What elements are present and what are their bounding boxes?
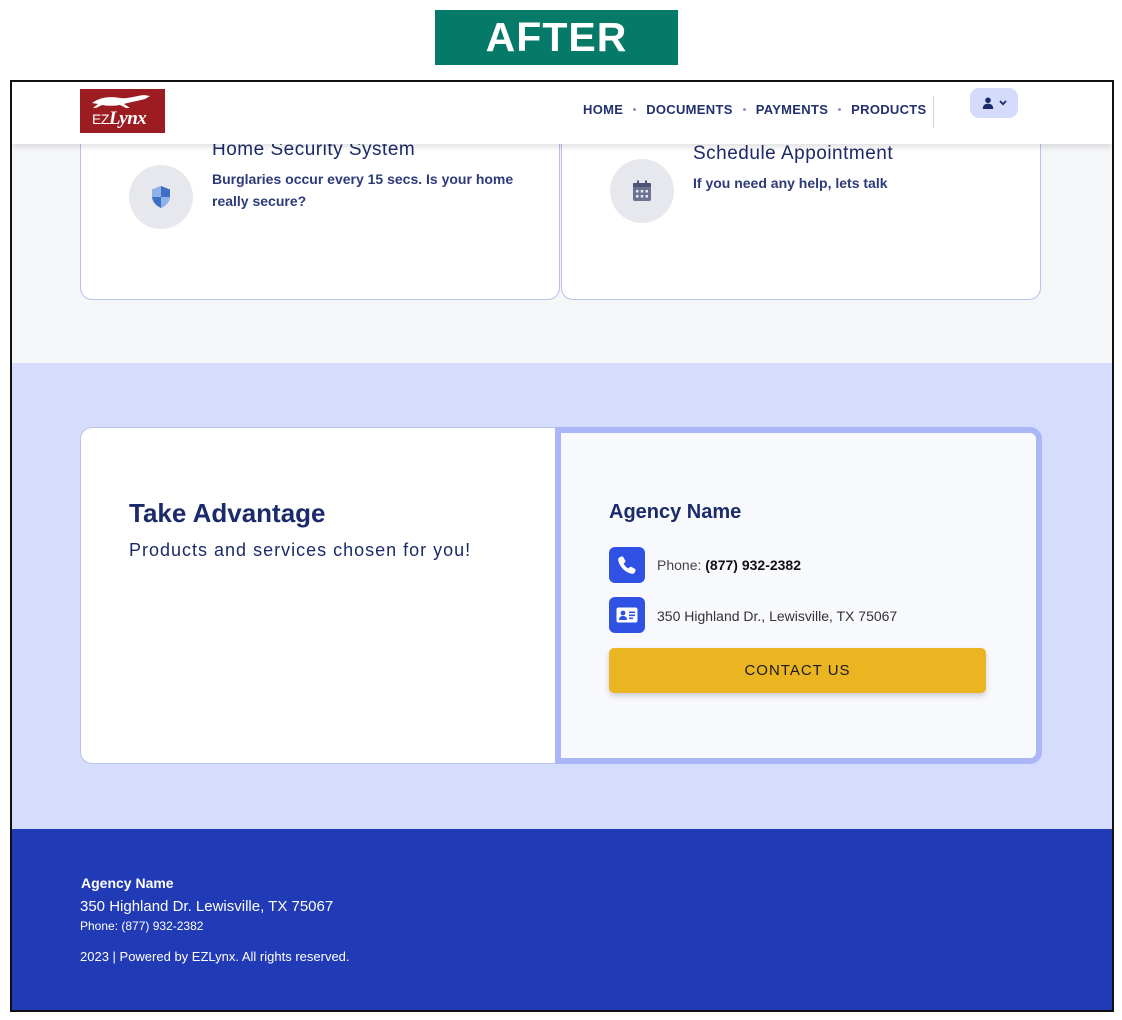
- nav-separator: [742, 108, 746, 111]
- card-title: Schedule Appointment: [693, 143, 894, 164]
- nav-separator: [838, 108, 842, 111]
- footer-copyright: 2023 | Powered by EZLynx. All rights res…: [80, 949, 350, 964]
- advantage-box: Take Advantage Products and services cho…: [80, 427, 1042, 764]
- after-banner: AFTER: [435, 10, 678, 65]
- nav-products[interactable]: PRODUCTS: [851, 102, 926, 117]
- calendar-icon-circle: [610, 159, 674, 223]
- nav-separator: [633, 108, 637, 111]
- agency-phone: Phone: (877) 932-2382: [657, 557, 802, 573]
- schedule-appointment-card[interactable]: Schedule Appointment If you need any hel…: [561, 122, 1041, 300]
- address-icon-tile: [609, 597, 645, 633]
- card-text: If you need any help, lets talk: [693, 175, 888, 191]
- agency-address: 350 Highland Dr., Lewisville, TX 75067: [657, 608, 898, 624]
- site-footer: Agency Name 350 Highland Dr. Lewisville,…: [12, 829, 1112, 1010]
- footer-address: 350 Highland Dr. Lewisville, TX 75067: [80, 898, 334, 915]
- agency-panel: Agency Name Phone: (877) 932-2382 350 Hi…: [555, 427, 1042, 764]
- main-nav: HOME DOCUMENTS PAYMENTS PRODUCTS: [583, 102, 927, 117]
- phone-icon-tile: [609, 547, 645, 583]
- nav-home[interactable]: HOME: [583, 102, 623, 117]
- chevron-down-icon: [998, 100, 1007, 106]
- cheetah-logo-icon: [92, 95, 150, 108]
- advantage-subtitle: Products and services chosen for you!: [129, 540, 472, 560]
- contact-us-button[interactable]: CONTACT US: [609, 648, 986, 693]
- advantage-section: Take Advantage Products and services cho…: [12, 363, 1112, 829]
- phone-icon: [618, 556, 636, 574]
- ezlynx-logo[interactable]: EZLynx: [80, 89, 165, 133]
- footer-phone[interactable]: Phone: (877) 932-2382: [80, 919, 203, 933]
- home-security-card[interactable]: Home Security System Burglaries occur ev…: [80, 122, 560, 300]
- nav-divider: [933, 96, 934, 128]
- nav-payments[interactable]: PAYMENTS: [756, 102, 828, 117]
- phone-number[interactable]: (877) 932-2382: [705, 557, 801, 573]
- site-header: EZLynx HOME DOCUMENTS PAYMENTS PRODUCTS: [12, 82, 1112, 144]
- card-text: Burglaries occur every 15 secs. Is your …: [212, 171, 514, 209]
- calendar-icon: [633, 180, 651, 201]
- id-card-icon: [616, 607, 638, 623]
- security-icon-circle: [129, 165, 193, 229]
- shield-icon: [152, 186, 170, 208]
- advantage-title: Take Advantage: [129, 498, 326, 528]
- user-icon: [982, 97, 993, 109]
- page-frame: EZLynx HOME DOCUMENTS PAYMENTS PRODUCTS: [10, 80, 1114, 1012]
- agency-name: Agency Name: [609, 501, 742, 523]
- footer-agency-name: Agency Name: [81, 875, 174, 891]
- user-menu-button[interactable]: [970, 88, 1018, 118]
- logo-wordmark: EZLynx: [92, 108, 147, 129]
- nav-documents[interactable]: DOCUMENTS: [646, 102, 732, 117]
